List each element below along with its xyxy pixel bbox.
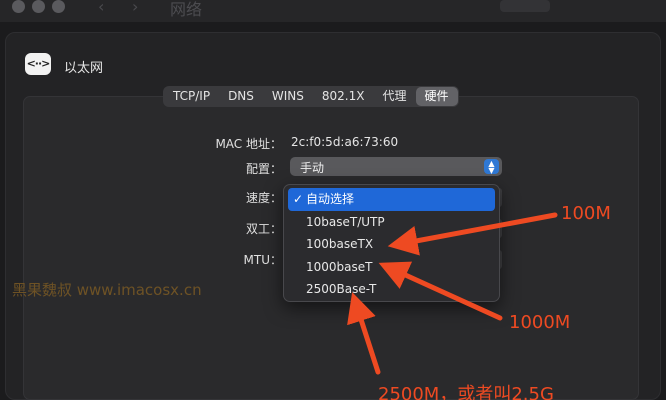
search-field[interactable] [500,0,550,12]
speed-dropdown-menu: ✓ 自动选择 10baseT/UTP 100baseTX 1000baseT 2… [283,184,500,302]
tab-wins[interactable]: WINS [263,87,313,106]
zoom-window-button[interactable] [52,0,65,13]
duplex-label: 双工： [245,222,282,236]
ethernet-icon: <··> [25,53,51,75]
tab-8021x[interactable]: 802.1X [313,87,374,106]
speed-option-1000baset[interactable]: 1000baseT [288,256,495,279]
forward-chevron-icon[interactable]: › [132,0,138,16]
annotation-1000m: 1000M [509,312,571,333]
speed-option-2500baset[interactable]: 2500Base-T [288,278,495,301]
speed-option-100basetx[interactable]: 100baseTX [288,233,495,256]
annotation-100m: 100M [561,203,611,224]
interface-name: 以太网 [64,61,104,76]
minimize-window-button[interactable] [32,0,45,13]
watermark-text: 黑果魏叔 www.imacosx.cn [12,281,202,299]
checkmark-icon: ✓ [293,192,304,206]
tab-proxy[interactable]: 代理 [373,87,415,106]
updown-chevron-icon: ▲ ▼ [484,159,499,175]
configure-select[interactable]: 手动 ▲ ▼ [290,157,502,176]
configure-select-value: 手动 [300,161,325,175]
tab-tcpip[interactable]: TCP/IP [164,87,219,106]
window-title: 网络 [170,0,203,19]
mtu-label: MTU： [243,253,282,267]
tab-dns[interactable]: DNS [219,87,263,106]
window-titlebar: ‹ › 网络 [0,0,666,22]
close-window-button[interactable] [12,0,25,13]
back-chevron-icon[interactable]: ‹ [98,0,104,16]
tab-bar: TCP/IP DNS WINS 802.1X 代理 硬件 [163,86,459,107]
configure-label: 配置： [245,162,282,176]
speed-label: 速度： [245,191,282,205]
mac-address-label: MAC 地址： [215,137,282,151]
tab-hardware[interactable]: 硬件 [415,87,458,106]
mac-address-value: 2c:f0:5d:a6:73:60 [291,135,399,149]
speed-option-10baset[interactable]: 10baseT/UTP [288,211,495,234]
speed-option-auto[interactable]: ✓ 自动选择 [288,188,495,211]
annotation-2500m: 2500M，或者叫2.5G [378,384,554,400]
